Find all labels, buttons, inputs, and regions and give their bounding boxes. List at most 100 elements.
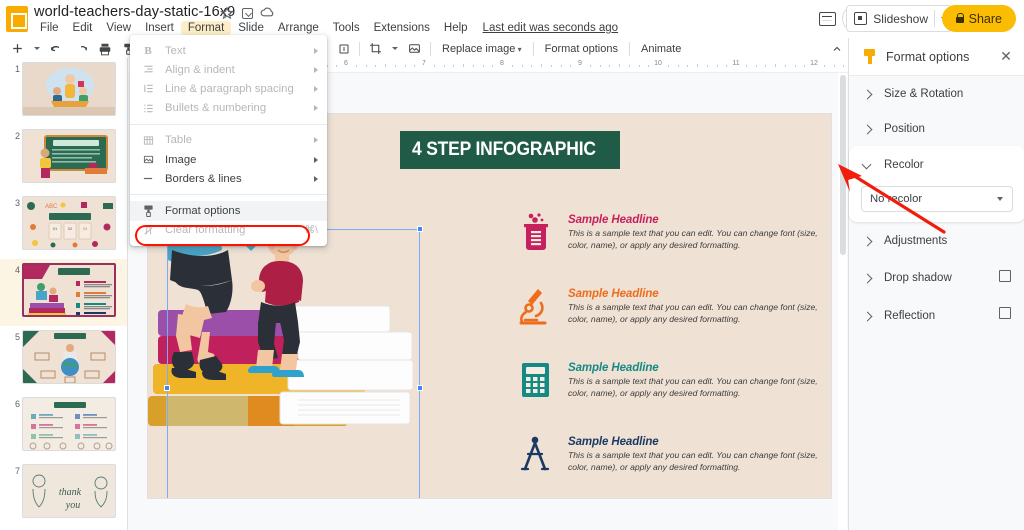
menu-file[interactable]: File	[33, 21, 66, 35]
ruler-tick	[511, 65, 513, 67]
panel-section-size-rotation[interactable]: Size & Rotation	[849, 76, 1024, 111]
menu-item-shortcut: ⌘\	[304, 224, 318, 237]
panel-section-position[interactable]: Position	[849, 111, 1024, 146]
crop-button[interactable]	[364, 38, 387, 59]
filmstrip-slide-3[interactable]: 3 01 02 03 ABC	[0, 192, 127, 259]
slideshow-button[interactable]: Slideshow	[846, 5, 952, 32]
chevron-down-icon	[997, 197, 1003, 201]
drop-shadow-checkbox[interactable]	[999, 270, 1011, 282]
menu-item-text[interactable]: B Text	[130, 41, 327, 60]
menu-item-bullets-numbering[interactable]: Bullets & numbering	[130, 99, 327, 118]
menu-item-format-options[interactable]: Format options	[130, 201, 327, 221]
menu-edit[interactable]: Edit	[66, 21, 100, 35]
canvas-vertical-scrollbar[interactable]	[838, 73, 847, 530]
menu-slide[interactable]: Slide	[231, 21, 271, 35]
clear-formatting-icon	[141, 225, 155, 236]
ruler-tick	[560, 65, 562, 67]
slide-filmstrip[interactable]: 1 2 3 01 02 03 ABC 4 5 6 7 thank you	[0, 58, 128, 530]
ruler-tick	[755, 65, 757, 67]
scrollbar-thumb[interactable]	[840, 75, 846, 255]
menu-item-table[interactable]: Table	[130, 131, 327, 150]
mask-image-button[interactable]	[403, 38, 426, 59]
resize-handle-w[interactable]	[164, 385, 170, 391]
slide-thumbnail[interactable]	[22, 397, 116, 451]
ruler-tick-label: 9	[578, 60, 582, 67]
panel-section-reflection[interactable]: Reflection	[849, 296, 1024, 336]
ruler-tick	[414, 65, 416, 67]
slide-thumbnail[interactable]	[22, 62, 116, 116]
menu-extensions[interactable]: Extensions	[367, 21, 437, 35]
item-body: This is a sample text that you can edit.…	[568, 376, 818, 398]
slide-thumbnail[interactable]	[22, 330, 116, 384]
menu-item-align-indent[interactable]: Align & indent	[130, 60, 327, 79]
menu-format[interactable]: Format	[180, 21, 232, 35]
infographic-item-1[interactable]: Sample Headline This is a sample text th…	[516, 212, 831, 252]
filmstrip-slide-5[interactable]: 5	[0, 326, 127, 393]
menu-help[interactable]: Help	[437, 21, 475, 35]
collapse-toolbar-button[interactable]	[826, 38, 848, 59]
menu-item-image[interactable]: Image	[130, 150, 327, 169]
ruler-tick	[394, 65, 396, 67]
close-icon[interactable]: ✕	[999, 49, 1013, 64]
last-edit-status[interactable]: Last edit was seconds ago	[483, 22, 619, 34]
svg-text:02: 02	[68, 226, 73, 231]
filmstrip-slide-7[interactable]: 7 thank you	[0, 460, 127, 527]
print-button[interactable]	[93, 38, 117, 59]
slide-title-text: 4 STEP INFOGRAPHIC	[412, 139, 596, 160]
menu-item-line-paragraph-spacing[interactable]: Line & paragraph spacing	[130, 79, 327, 98]
reflection-checkbox[interactable]	[999, 307, 1011, 319]
recolor-select[interactable]: No recolor	[861, 186, 1013, 212]
item-body: This is a sample text that you can edit.…	[568, 228, 818, 250]
ruler-tick	[336, 65, 338, 67]
animate-button[interactable]: Animate	[634, 43, 688, 55]
ruler-tick	[404, 65, 406, 67]
select-tool-icon[interactable]	[333, 38, 355, 59]
document-title[interactable]: world-teachers-day-static-16x9	[34, 4, 235, 20]
format-menu-dropdown[interactable]: B Text Align & indent Line & paragraph s…	[130, 35, 327, 246]
menu-arrange[interactable]: Arrange	[271, 21, 326, 35]
resize-handle-e[interactable]	[417, 385, 423, 391]
slide-thumbnail-selected[interactable]	[22, 263, 116, 317]
comment-icon[interactable]	[816, 8, 838, 30]
ruler-tick	[375, 65, 377, 67]
menu-insert[interactable]: Insert	[138, 21, 181, 35]
infographic-item-3[interactable]: Sample Headline This is a sample text th…	[516, 360, 831, 400]
slide-thumbnail[interactable]	[22, 129, 116, 183]
ruler-tick	[619, 64, 620, 67]
new-slide-button[interactable]	[6, 38, 29, 59]
filmstrip-slide-6[interactable]: 6	[0, 393, 127, 460]
redo-button[interactable]	[69, 38, 93, 59]
svg-text:you: you	[65, 500, 80, 511]
ruler-tick	[609, 65, 611, 67]
crop-dropdown[interactable]	[387, 38, 403, 59]
svg-text:03: 03	[83, 226, 88, 231]
slide-number: 2	[14, 131, 20, 141]
ruler-tick	[599, 65, 601, 67]
menu-view[interactable]: View	[99, 21, 138, 35]
panel-section-drop-shadow[interactable]: Drop shadow	[849, 259, 1024, 296]
selection-box[interactable]	[164, 226, 423, 498]
menu-item-borders-lines[interactable]: Borders & lines	[130, 169, 327, 188]
infographic-item-2[interactable]: Sample Headline This is a sample text th…	[516, 286, 831, 326]
ruler-tick	[697, 64, 698, 67]
panel-section-recolor[interactable]: Recolor	[849, 146, 1024, 184]
menu-tools[interactable]: Tools	[326, 21, 367, 35]
slide-thumbnail[interactable]: 01 02 03 ABC	[22, 196, 116, 250]
resize-handle-ne[interactable]	[417, 226, 423, 232]
ruler-tick	[531, 65, 533, 67]
format-options-panel[interactable]: Format options ✕ Size & Rotation Positio…	[848, 38, 1024, 530]
panel-section-adjustments[interactable]: Adjustments	[849, 222, 1024, 259]
filmstrip-slide-1[interactable]: 1	[0, 58, 127, 125]
format-options-button[interactable]: Format options	[538, 43, 625, 55]
replace-image-button[interactable]: Replace image ▾	[435, 43, 529, 55]
filmstrip-slide-2[interactable]: 2	[0, 125, 127, 192]
slide-title-banner[interactable]: 4 STEP INFOGRAPHIC	[400, 131, 620, 169]
menu-item-label: Clear formatting	[165, 224, 246, 237]
new-slide-dropdown[interactable]	[29, 38, 45, 59]
infographic-item-4[interactable]: Sample Headline This is a sample text th…	[516, 434, 831, 474]
menu-item-clear-formatting[interactable]: Clear formatting ⌘\	[130, 221, 327, 240]
filmstrip-slide-4[interactable]: 4	[0, 259, 127, 326]
share-button[interactable]: Share	[941, 5, 1016, 32]
undo-button[interactable]	[45, 38, 69, 59]
slide-thumbnail[interactable]: thank you	[22, 464, 116, 518]
